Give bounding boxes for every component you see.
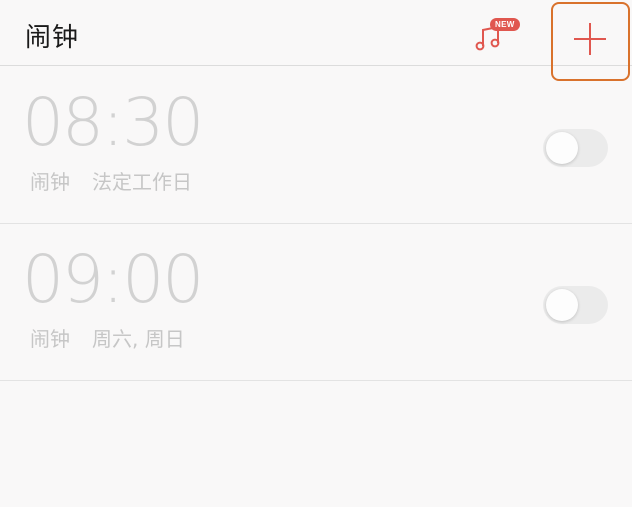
plus-icon	[574, 23, 606, 55]
alarm-repeat: 周六, 周日	[92, 327, 185, 351]
toggle-knob	[546, 289, 578, 321]
alarm-repeat: 法定工作日	[92, 170, 192, 194]
page-title: 闹钟	[25, 23, 80, 53]
alarm-label: 闹钟	[30, 170, 70, 194]
alarm-time: 09:00	[22, 241, 204, 318]
toggle-knob	[546, 132, 578, 164]
alarm-item[interactable]: 09:00 闹钟 周六, 周日	[0, 223, 632, 381]
app-header: 闹钟 NEW	[0, 0, 632, 81]
alarm-label: 闹钟	[30, 327, 70, 351]
alarm-toggle[interactable]	[543, 129, 608, 167]
ringtone-button[interactable]: NEW	[470, 18, 522, 56]
alarm-toggle[interactable]	[543, 286, 608, 324]
new-badge: NEW	[490, 18, 520, 31]
alarm-time: 08:30	[22, 84, 204, 161]
alarm-item[interactable]: 08:30 闹钟 法定工作日	[0, 66, 632, 224]
